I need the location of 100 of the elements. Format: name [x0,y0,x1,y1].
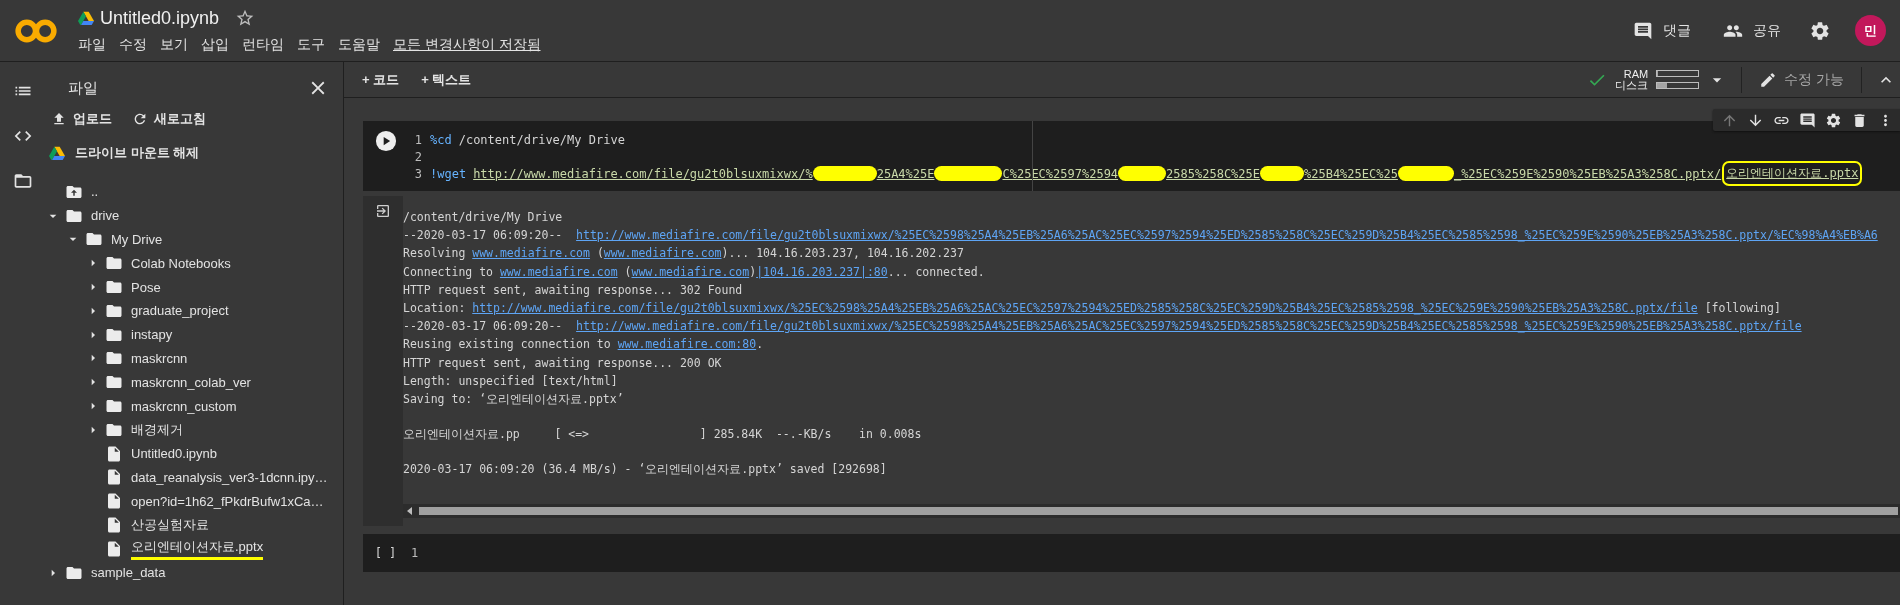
resource-label: RAM [1623,68,1649,80]
file-tree-item[interactable]: .. [91,184,99,200]
output-link[interactable]: www.mediafire.com [603,246,722,261]
output-text: )... 104.16.203.237, 104.16.202.237 [721,246,964,261]
menu-item[interactable]: 수정 [119,35,147,54]
run-button[interactable] [374,130,397,152]
url-text[interactable]: 25A4%25E [876,166,935,181]
line-number: 1 [411,546,419,560]
url-text[interactable]: %25B4%25EC%25 [1304,166,1398,181]
menu-item[interactable]: 런타임 [242,35,284,54]
file-tree-item[interactable]: open?id=1h62_fPkdrBufw1xCa… [131,493,324,509]
file-tree-item[interactable]: Colab Notebooks [131,255,231,271]
menu-item[interactable]: 삽입 [201,35,229,54]
file-tree-item[interactable]: drive [91,208,120,224]
refresh-icon [132,111,148,127]
output-link[interactable]: www.mediafire.com:80 [617,337,757,352]
output-link[interactable]: www.mediafire.com [472,246,590,261]
output-link[interactable]: www.mediafire.com [631,264,750,279]
output-link[interactable]: |104.16.203.237|:80 [756,264,888,279]
output-text: Length: unspecified [text/html] [403,373,618,388]
refresh-button[interactable]: 새로고침 [130,108,208,130]
file-tree-item[interactable]: maskrcnn_custom [131,398,237,414]
cell-prompt: [ ] [373,546,398,560]
output-text: --2020-03-17 06:09:20-- [403,228,564,243]
output-icon[interactable] [375,203,391,219]
menu-item[interactable]: 도움말 [338,35,380,54]
horizontal-scrollbar[interactable] [403,504,1900,518]
code-keyword: !wget [430,166,467,181]
upload-icon [51,111,67,127]
output-link[interactable]: www.mediafire.com [499,264,618,279]
panel-title: 파일 [68,78,98,98]
file-tree-item[interactable]: Untitled0.ipynb [131,446,217,462]
comment-button[interactable]: 댓글 [1629,16,1695,45]
output-text: ... connected. [887,264,985,279]
line-number: 2 [413,149,422,164]
output-link[interactable]: http://www.mediafire.com/file/gu2t0blsuxmixwx/%25EC%2598%25A4%25EB%25A6%25AC%25EC%2597%2594%25ED%2585%258C%25EC%259D%25B4%25EC%2585%2598_%25EC%259E%2590%25EB%25A3%258C.pptx/%EC%98%A4%EB%A6 [576,228,1878,243]
pencil-icon [1759,70,1778,89]
file-tree-item[interactable]: 배경제거 [131,420,183,439]
file-tree-item[interactable]: graduate_project [131,303,229,319]
add-code-button[interactable]: + 코드 [356,67,406,92]
output-text: ( [623,264,632,279]
output-link[interactable]: http://www.mediafire.com/file/gu2t0blsuxmixwx/%25EC%2598%25A4%25EB%25A6%25AC%25EC%2597%2594%25ED%2585%258C%25EC%259D%25B4%25EC%2585%2598_%25EC%259E%2590%25EB%25A3%258C.pptx/file [472,300,1698,315]
notebook-title[interactable]: Untitled0.ipynb [100,7,220,29]
user-avatar[interactable]: 민 [1855,15,1886,46]
redaction-mark [1397,166,1454,181]
file-tree-item[interactable]: 산공실험자료 [131,516,209,535]
edit-mode-button[interactable]: 수정 가능 [1756,67,1847,92]
code-keyword: %cd [430,132,452,147]
output-text: /content/drive/My Drive [403,210,563,224]
file-icon [105,516,123,535]
upload-button[interactable]: 업로드 [49,108,114,130]
output-text: 2020-03-17 06:09:20 (36.4 MB/s) - ‘오리엔테이션자료.pptx’ saved [292698] [403,462,887,477]
redaction-mark [1260,166,1304,181]
redaction-mark [934,166,1003,181]
menu-item[interactable]: 파일 [78,35,106,54]
share-button[interactable]: 공유 [1719,16,1785,45]
output-text: Location: [403,300,467,315]
comment-icon [1633,20,1653,41]
empty-code-cell[interactable]: [ ] 1 [363,534,1900,572]
output-text: Saving to: ‘오리엔테이션자료.pptx’ [403,391,624,406]
code-text: /content/drive/My Drive [458,132,625,147]
file-tree-item[interactable]: maskrcnn_colab_ver [131,374,251,390]
drive-logo-icon [78,10,94,26]
output-text: HTTP request sent, awaiting response... 200 OK [403,355,722,370]
output-text: Reusing existing connection to [403,337,612,352]
file-icon [105,468,123,487]
output-text: HTTP request sent, awaiting response... 302 Found [403,282,743,297]
file-tree-item[interactable]: sample_data [91,565,166,581]
menu-item[interactable]: 도구 [297,35,325,54]
url-text[interactable]: 2585%258C%25E [1166,166,1260,181]
folder-icon[interactable] [12,171,33,191]
line-number: 1 [413,132,422,147]
file-icon [105,539,123,558]
output-text: --2020-03-17 06:09:20-- [403,319,564,334]
output-link[interactable]: http://www.mediafire.com/file/gu2t0blsuxmixwx/%25EC%2598%25A4%25EB%25A6%25AC%25EC%2597%2594%25ED%2585%258C%25EC%259D%25B4%25EC%2585%2598_%25EC%259E%2590%25EB%25A3%258C.pptx/file [576,319,1802,334]
resource-label: 디스크 [1615,79,1649,91]
url-text[interactable]: _%25EC%259E%2590%25EB%25A3%258C.pptx/ [1453,166,1722,181]
file-tree-item[interactable]: instapy [131,327,173,343]
add-text-button[interactable]: + 텍스트 [415,67,478,92]
comment-icon[interactable] [1799,111,1816,129]
settings-icon[interactable] [1809,19,1831,42]
output-text: Connecting to [403,264,494,279]
output-text: 오리엔테이션자료.pp [ <=> ] 285.84K --.-KB/s in 0.008s [403,427,922,442]
file-tree-item[interactable]: data_reanalysis_ver3-1dcnn.ipy… [131,469,328,485]
file-tree-item[interactable]: maskrcnn [131,350,188,366]
file-tree-item[interactable]: Pose [131,279,161,295]
usage-meter [1656,70,1700,77]
save-status-link[interactable]: 모든 변경사항이 저장됨 [393,35,541,54]
unmount-drive-button[interactable]: 드라이브 마운트 해제 [47,142,202,164]
file-icon [105,492,123,511]
colab-logo-icon[interactable] [14,17,58,44]
url-text[interactable]: C%25EC%2597%2594 [1002,166,1119,181]
file-tree-item[interactable]: My Drive [111,232,163,247]
output-text: Resolving [403,246,467,261]
url-text[interactable]: http://www.mediafire.com/file/gu2t0blsuxmixwx/% [473,166,813,181]
output-text: ( [595,246,604,261]
settings-icon[interactable] [1825,111,1842,129]
file-tree-item[interactable]: 오리엔테이션자료.pptx [131,537,264,560]
menu-item[interactable]: 보기 [160,35,188,54]
output-text: ) [749,264,757,279]
